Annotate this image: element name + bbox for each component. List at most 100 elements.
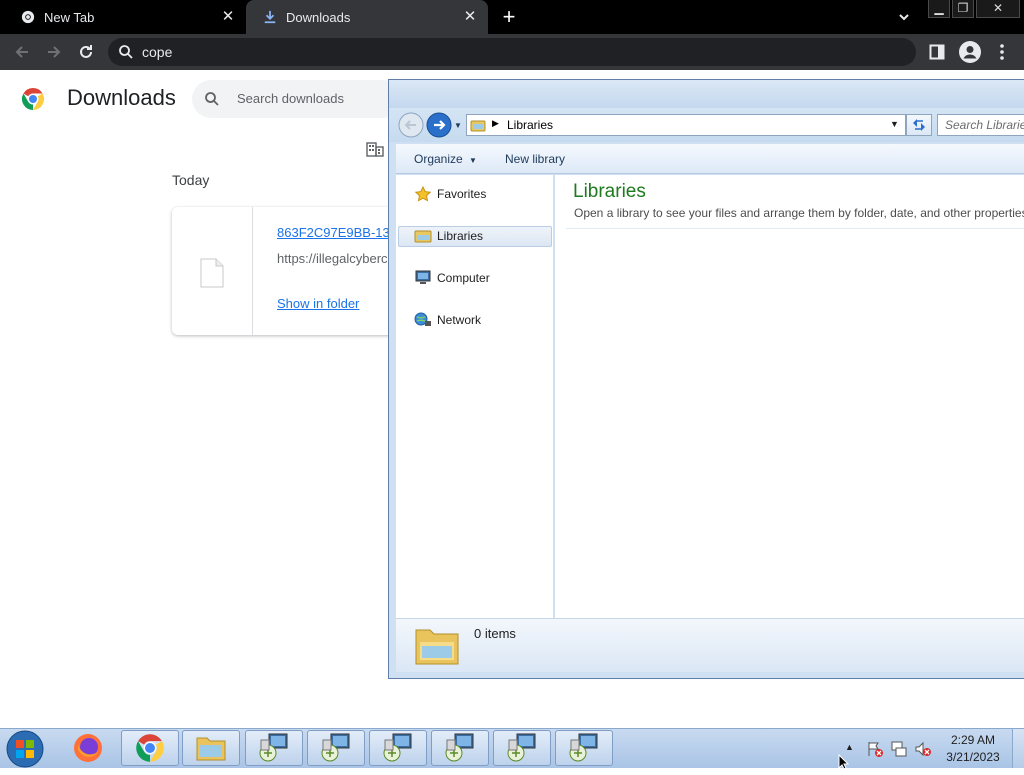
nav-item-label: Favorites	[437, 187, 487, 201]
taskbar-network-setup-2[interactable]	[307, 730, 365, 766]
side-panel-button[interactable]	[929, 44, 945, 65]
profile-icon	[959, 41, 981, 63]
download-filename-link[interactable]: 863F2C97E9BB-13	[277, 225, 390, 240]
taskbar-network-setup-5[interactable]	[493, 730, 551, 766]
explorer-search-placeholder: Search Librarie	[945, 118, 1024, 132]
explorer-titlebar[interactable]	[389, 80, 1024, 108]
taskbar-network-setup-6[interactable]	[555, 730, 613, 766]
firefox-icon	[74, 734, 102, 762]
new-tab-button[interactable]: +	[498, 6, 520, 28]
chevron-down-icon: ▼	[469, 156, 477, 165]
network-status-icon[interactable]	[890, 740, 908, 763]
network-icon	[414, 312, 431, 326]
volume-muted-icon[interactable]	[914, 740, 932, 763]
nav-item-network[interactable]: Network	[414, 310, 554, 330]
tab-new-tab[interactable]: New Tab ✕	[0, 0, 246, 34]
breadcrumb-arrow-icon[interactable]: ▶	[492, 118, 499, 129]
network-setup-icon	[507, 733, 536, 762]
action-center-flag-icon[interactable]	[866, 740, 884, 763]
search-placeholder: Search downloads	[237, 91, 344, 106]
nav-item-label: Network	[437, 313, 482, 327]
taskbar-network-setup-3[interactable]	[369, 730, 427, 766]
chrome-logo-icon	[21, 87, 45, 116]
show-desktop-button[interactable]	[1012, 729, 1024, 768]
network-setup-icon	[321, 733, 350, 762]
organize-menu-button[interactable]: Organize ▼	[414, 152, 477, 166]
nav-item-favorites[interactable]: Favorites	[414, 184, 554, 204]
explorer-command-bar	[396, 144, 1024, 174]
org-building-icon	[366, 141, 384, 162]
network-setup-icon	[569, 733, 598, 762]
tab-downloads[interactable]: Downloads ✕	[246, 0, 488, 34]
tab-title: Downloads	[286, 9, 351, 25]
taskbar-explorer[interactable]	[182, 730, 240, 766]
show-hidden-icons-button[interactable]: ▲	[845, 742, 854, 752]
search-icon	[118, 44, 134, 65]
start-button[interactable]	[5, 729, 45, 774]
nav-item-label: Libraries	[437, 229, 484, 243]
taskbar-firefox[interactable]	[72, 732, 104, 769]
network-setup-icon	[259, 733, 288, 762]
reload-button[interactable]	[76, 42, 96, 62]
plus-icon: +	[502, 4, 516, 29]
page-title: Downloads	[67, 85, 176, 110]
address-dropdown-icon[interactable]: ▼	[890, 119, 899, 129]
breadcrumb-libraries[interactable]: Libraries	[507, 118, 553, 132]
item-count-status: 0 items	[474, 626, 516, 641]
new-library-button[interactable]: New library	[505, 152, 565, 166]
nav-item-libraries[interactable]: Libraries	[414, 226, 554, 246]
explorer-forward-button[interactable]	[426, 112, 452, 143]
date-section-header: Today	[172, 172, 210, 188]
chevron-down-icon	[899, 14, 909, 21]
address-bar[interactable]	[108, 38, 916, 66]
mouse-cursor-icon	[838, 753, 850, 775]
clock-time[interactable]: 2:29 AM	[940, 733, 1006, 747]
close-tab-icon[interactable]: ✕	[462, 9, 478, 25]
back-arrow-icon	[15, 46, 28, 58]
clock-date[interactable]: 3/21/2023	[940, 750, 1006, 764]
address-bar-text[interactable]: cope	[142, 44, 172, 60]
forward-arrow-icon	[426, 112, 452, 138]
back-button[interactable]	[12, 42, 32, 62]
nav-item-label: Computer	[437, 271, 490, 285]
tab-search-button[interactable]	[896, 9, 912, 25]
minimize-button[interactable]: ▁	[928, 0, 950, 18]
taskbar-network-setup-4[interactable]	[431, 730, 489, 766]
organize-label: Organize	[414, 152, 463, 166]
libraries-icon	[414, 230, 432, 243]
refresh-button[interactable]	[906, 114, 932, 136]
reload-icon	[80, 45, 92, 58]
close-tab-icon[interactable]: ✕	[220, 9, 236, 25]
back-arrow-icon	[398, 112, 424, 138]
forward-arrow-icon	[48, 46, 61, 58]
explorer-back-button[interactable]	[398, 112, 424, 143]
star-icon	[414, 186, 432, 202]
libraries-heading: Libraries	[573, 181, 646, 202]
restore-button[interactable]: ❐	[952, 0, 974, 18]
explorer-content-pane	[555, 175, 1024, 618]
taskbar-chrome[interactable]	[121, 730, 179, 766]
card-divider	[252, 207, 253, 335]
show-in-folder-link[interactable]: Show in folder	[277, 296, 359, 311]
network-setup-icon	[445, 733, 474, 762]
windows-start-icon	[6, 730, 44, 768]
menu-button[interactable]	[996, 43, 1008, 66]
libraries-description: Open a library to see your files and arr…	[574, 206, 1024, 220]
libraries-folder-icon	[414, 622, 460, 671]
network-setup-icon	[383, 733, 412, 762]
window-close-button[interactable]: ✕	[976, 0, 1020, 18]
refresh-icon	[913, 119, 925, 131]
computer-icon	[415, 270, 431, 284]
file-icon	[200, 258, 224, 293]
search-icon	[204, 91, 220, 112]
tab-title: New Tab	[44, 9, 95, 25]
chrome-icon	[20, 9, 36, 25]
profile-button[interactable]	[959, 41, 981, 68]
recent-pages-chevron-icon[interactable]: ▼	[454, 121, 462, 130]
download-icon	[262, 9, 278, 25]
forward-button[interactable]	[44, 42, 64, 62]
nav-item-computer[interactable]: Computer	[414, 268, 554, 288]
taskbar-network-setup-1[interactable]	[245, 730, 303, 766]
kebab-menu-icon	[1000, 44, 1004, 60]
explorer-folder-icon	[196, 737, 226, 761]
